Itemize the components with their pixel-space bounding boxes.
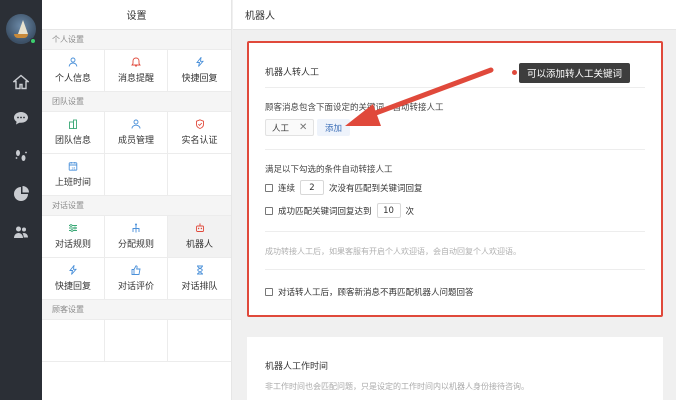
welcome-hint: 成功转接人工后，如果客服有开启个人欢迎语，会自动回复个人欢迎语。 bbox=[265, 247, 521, 256]
home-icon[interactable] bbox=[12, 73, 30, 91]
nav-item-conversation-rules[interactable]: 对话规则 bbox=[42, 216, 105, 258]
option-no-rematch: 对话转人工后，顾客新消息不再匹配机器人问题回答 bbox=[265, 286, 474, 298]
no-match-count-input[interactable]: 2 bbox=[300, 180, 325, 195]
tooltip: 可以添加转人工关键词 bbox=[512, 63, 631, 83]
nav-item-team-info[interactable]: 团队信息 bbox=[42, 112, 105, 154]
auto-handoff-description: 满足以下勾选的条件自动转接人工 bbox=[265, 165, 393, 175]
team-settings-grid: 团队信息 成员管理 实名认证 31 上班时间 bbox=[42, 112, 231, 196]
nav-item-customer-2[interactable] bbox=[105, 320, 168, 362]
nav-item-member-management[interactable]: 成员管理 bbox=[105, 112, 168, 154]
customer-settings-grid bbox=[42, 320, 231, 362]
nav-item-customer-3[interactable] bbox=[168, 320, 231, 362]
nav-item-label: 成员管理 bbox=[117, 136, 154, 146]
keyword-tag: 人工 ✕ bbox=[265, 119, 315, 136]
nav-item-personal-info[interactable]: 个人信息 bbox=[42, 50, 105, 92]
condition-match-count: 成功匹配关键词回复达到 10 次 bbox=[265, 203, 414, 218]
sliders-icon bbox=[69, 224, 77, 232]
close-icon[interactable]: ✕ bbox=[299, 122, 307, 133]
personal-settings-grid: 个人信息 消息提醒 快捷回复 bbox=[42, 50, 231, 92]
distribute-icon bbox=[132, 223, 140, 233]
chat-icon[interactable] bbox=[12, 109, 30, 127]
tooltip-dot bbox=[512, 70, 517, 75]
nav-item-label: 机器人 bbox=[185, 240, 213, 250]
keyword-tag-label: 人工 bbox=[272, 123, 290, 134]
card-subtitle: 非工作时间也会匹配问题，只是设定的工作时间内以机器人身份接待咨询。 bbox=[265, 382, 529, 391]
nav-item-verification[interactable]: 实名认证 bbox=[168, 112, 231, 154]
nav-item-label: 对话排队 bbox=[181, 282, 218, 292]
robot-icon bbox=[195, 223, 204, 232]
condition-label: 次没有匹配到关键词回复 bbox=[329, 183, 423, 194]
online-status-dot bbox=[30, 38, 36, 44]
tooltip-text: 可以添加转人工关键词 bbox=[527, 69, 623, 80]
condition-no-match: 连续 2 次没有匹配到关键词回复 bbox=[265, 180, 423, 195]
lightning-icon bbox=[195, 57, 204, 67]
section-title-personal: 个人设置 bbox=[42, 30, 231, 50]
section-title-team: 团队设置 bbox=[42, 92, 231, 112]
nav-item-customer-1[interactable] bbox=[42, 320, 105, 362]
nav-item-conversation-rating[interactable]: 对话评价 bbox=[105, 258, 168, 300]
shield-icon bbox=[195, 119, 204, 129]
app-rail bbox=[0, 0, 42, 400]
conversation-settings-grid: 对话规则 分配规则 机器人 快捷回复 对话评价 对话排队 bbox=[42, 216, 231, 300]
page-title: 机器人 bbox=[233, 0, 676, 30]
analytics-icon[interactable] bbox=[12, 185, 30, 203]
match-count-input[interactable]: 10 bbox=[376, 203, 401, 218]
nav-item-label: 对话评价 bbox=[117, 282, 154, 292]
sailboat-icon bbox=[18, 20, 28, 34]
nav-item-label: 个人信息 bbox=[54, 74, 91, 84]
nav-item-distribution-rules[interactable]: 分配规则 bbox=[105, 216, 168, 258]
nav-item-label: 实名认证 bbox=[181, 136, 218, 146]
user-icon bbox=[68, 57, 78, 67]
checkbox-no-match[interactable] bbox=[265, 183, 273, 192]
nav-item-label: 上班时间 bbox=[54, 178, 91, 188]
robot-work-hours-card: 机器人工作时间 非工作时间也会匹配问题，只是设定的工作时间内以机器人身份接待咨询… bbox=[247, 337, 663, 400]
divider bbox=[265, 87, 645, 88]
nav-item-label: 快捷回复 bbox=[181, 74, 218, 84]
option-label: 对话转人工后，顾客新消息不再匹配机器人问题回答 bbox=[278, 288, 474, 298]
card-title: 机器人工作时间 bbox=[265, 362, 329, 372]
checkbox-no-rematch[interactable] bbox=[265, 288, 273, 296]
hourglass-icon bbox=[196, 265, 203, 275]
divider bbox=[265, 231, 645, 232]
nav-item-message-alerts[interactable]: 消息提醒 bbox=[105, 50, 168, 92]
members-icon bbox=[131, 119, 141, 129]
condition-label: 成功匹配关键词回复达到 bbox=[278, 206, 372, 217]
section-title-conversation: 对话设置 bbox=[42, 196, 231, 216]
condition-label: 次 bbox=[405, 206, 415, 217]
nav-item-robot[interactable]: 机器人 bbox=[168, 216, 231, 258]
checkbox-match-count[interactable] bbox=[265, 206, 273, 215]
building-icon bbox=[69, 119, 77, 129]
nav-item-conversation-queue[interactable]: 对话排队 bbox=[168, 258, 231, 300]
nav-item-work-hours[interactable]: 31 上班时间 bbox=[42, 154, 105, 196]
divider bbox=[265, 149, 645, 150]
settings-nav: 设置 个人设置 个人信息 消息提醒 快捷回复 团队设置 团队信息 成员管理 实名… bbox=[42, 0, 232, 400]
section-title-customer: 顾客设置 bbox=[42, 300, 231, 320]
nav-item-label: 分配规则 bbox=[117, 240, 154, 250]
team-icon[interactable] bbox=[12, 223, 30, 241]
add-keyword-button[interactable]: 添加 bbox=[317, 119, 351, 136]
calendar-icon: 31 bbox=[68, 162, 78, 171]
thumbs-up-icon bbox=[131, 265, 141, 275]
nav-item-label: 团队信息 bbox=[54, 136, 91, 146]
card-title: 机器人转人工 bbox=[265, 68, 320, 78]
footprint-icon[interactable] bbox=[12, 147, 30, 165]
nav-item-label: 快捷回复 bbox=[54, 282, 91, 292]
divider bbox=[265, 269, 645, 270]
bell-icon bbox=[131, 57, 141, 67]
nav-item-label: 对话规则 bbox=[54, 240, 91, 250]
main-content: 机器人 机器人转人工 顾客消息包含下面设定的关键词，自动转接人工 人工 ✕ 添加… bbox=[233, 0, 676, 400]
keyword-description: 顾客消息包含下面设定的关键词，自动转接人工 bbox=[265, 103, 444, 113]
nav-item-label: 消息提醒 bbox=[117, 74, 154, 84]
lightning-icon bbox=[69, 265, 77, 275]
svg-text:31: 31 bbox=[71, 166, 76, 170]
settings-nav-title: 设置 bbox=[42, 0, 231, 30]
condition-label: 连续 bbox=[278, 183, 296, 194]
nav-item-quick-reply-2[interactable]: 快捷回复 bbox=[42, 258, 105, 300]
nav-item-quick-reply[interactable]: 快捷回复 bbox=[168, 50, 231, 92]
robot-handoff-card: 机器人转人工 顾客消息包含下面设定的关键词，自动转接人工 人工 ✕ 添加 满足以… bbox=[247, 41, 663, 317]
